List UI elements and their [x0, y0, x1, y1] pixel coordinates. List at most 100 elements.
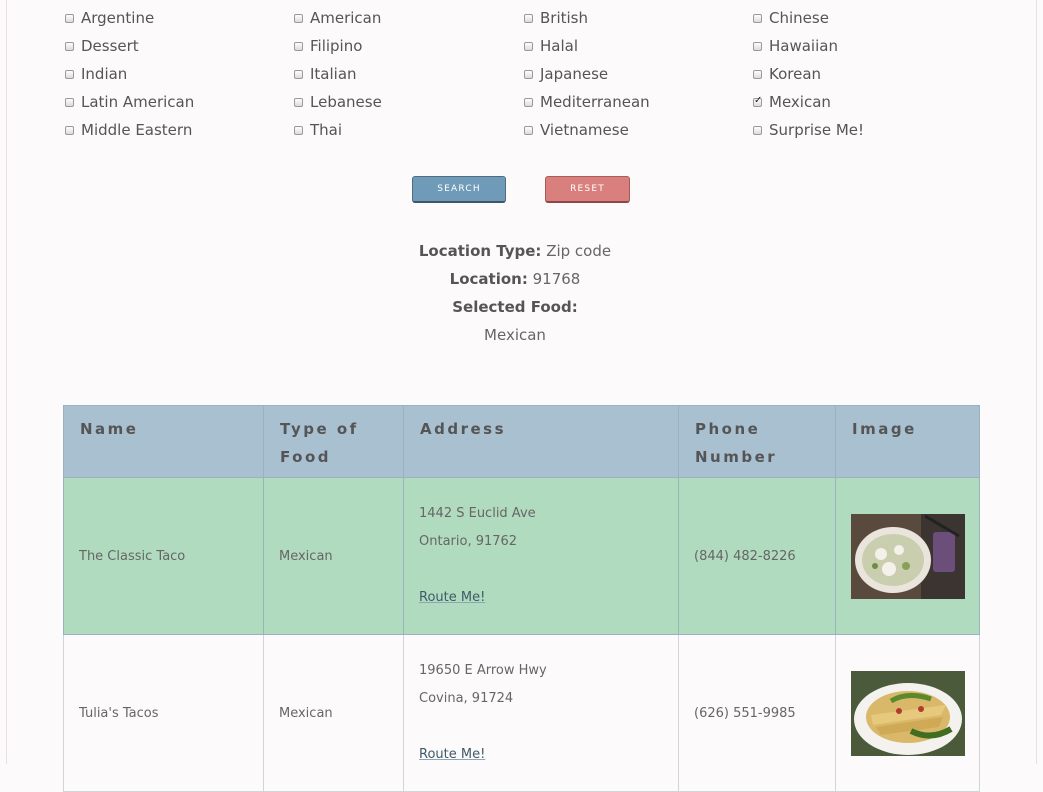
- cuisine-option-latin-american[interactable]: Latin American: [65, 88, 194, 116]
- route-me-link[interactable]: Route Me!: [419, 747, 485, 762]
- cuisine-option-chinese[interactable]: Chinese: [753, 4, 829, 32]
- restaurant-name: Tulia's Tacos: [63, 634, 264, 792]
- checkbox-label: Mediterranean: [540, 93, 650, 111]
- cuisine-option-halal[interactable]: Halal: [524, 32, 578, 60]
- checkbox-label: Mexican: [769, 93, 831, 111]
- cuisine-option-middle-eastern[interactable]: Middle Eastern: [65, 116, 192, 144]
- cuisine-row: Middle Eastern Thai Vietnamese Surprise Me!: [65, 116, 965, 144]
- checkbox-label: American: [310, 9, 382, 27]
- location-value: 91768: [532, 270, 581, 288]
- cuisine-option-argentine[interactable]: Argentine: [65, 4, 154, 32]
- checkbox[interactable]: [294, 97, 303, 107]
- selected-food-line: Selected Food:: [0, 298, 1030, 316]
- cuisine-row: Indian Italian Japanese Korean: [65, 60, 965, 88]
- phone-number: (626) 551-9985: [678, 634, 836, 792]
- checkbox[interactable]: [65, 97, 74, 107]
- cuisine-option-dessert[interactable]: Dessert: [65, 32, 139, 60]
- checkbox-label: Middle Eastern: [81, 121, 193, 139]
- cuisine-option-indian[interactable]: Indian: [65, 60, 127, 88]
- checkbox[interactable]: [294, 41, 303, 51]
- food-photo-icon[interactable]: [851, 670, 965, 756]
- cuisine-row: Latin American Lebanese Mediterranean Mexic…: [65, 88, 965, 116]
- checkbox[interactable]: [294, 69, 303, 79]
- food-type: Mexican: [263, 634, 404, 792]
- cuisine-option-american[interactable]: American: [294, 4, 381, 32]
- cuisine-option-filipino[interactable]: Filipino: [294, 32, 362, 60]
- checkbox-label: Hawaiian: [769, 37, 838, 55]
- checkbox[interactable]: [65, 13, 74, 23]
- food-photo-icon[interactable]: [851, 513, 965, 599]
- checkbox-label: Lebanese: [310, 93, 382, 111]
- checkbox[interactable]: [753, 41, 762, 51]
- checkbox-label: Dessert: [81, 37, 139, 55]
- checkbox-label: Italian: [310, 65, 357, 83]
- checkbox-label: Indian: [81, 65, 128, 83]
- checkbox[interactable]: [65, 41, 74, 51]
- page-border-left: [6, 0, 7, 764]
- address-city-zip: Ontario, 91762: [419, 534, 518, 549]
- location-type-value: Zip code: [546, 242, 612, 260]
- checkbox[interactable]: [294, 125, 303, 135]
- cuisine-option-mexican[interactable]: Mexican: [753, 88, 831, 116]
- checkbox-label: Chinese: [769, 9, 829, 27]
- location-line: Location: 91768: [0, 270, 1030, 288]
- cuisine-option-mediterranean[interactable]: Mediterranean: [524, 88, 650, 116]
- header-name: Name: [63, 405, 264, 478]
- phone-number: (844) 482-8226: [678, 477, 836, 635]
- cuisine-option-italian[interactable]: Italian: [294, 60, 357, 88]
- cuisine-option-vietnamese[interactable]: Vietnamese: [524, 116, 629, 144]
- checkbox[interactable]: [524, 41, 533, 51]
- cuisine-option-hawaiian[interactable]: Hawaiian: [753, 32, 838, 60]
- results-table: Name Type of Food Address Phone Number Ima…: [63, 405, 980, 792]
- checkbox-label: Latin American: [81, 93, 195, 111]
- food-type: Mexican: [263, 477, 404, 635]
- checkbox[interactable]: [753, 69, 762, 79]
- cuisine-option-japanese[interactable]: Japanese: [524, 60, 608, 88]
- address-city-zip: Covina, 91724: [419, 691, 514, 706]
- checkbox[interactable]: [524, 13, 533, 23]
- page-border-right: [1036, 0, 1037, 764]
- checkbox[interactable]: [65, 69, 74, 79]
- cuisine-row: Dessert Filipino Halal Hawaiian: [65, 32, 965, 60]
- checkbox-label: Japanese: [540, 65, 609, 83]
- cuisine-option-british[interactable]: British: [524, 4, 588, 32]
- location-type-label: Location Type:: [418, 242, 542, 260]
- address-street: 1442 S Euclid Ave: [419, 506, 536, 521]
- cuisine-option-korean[interactable]: Korean: [753, 60, 821, 88]
- checkbox-label: Vietnamese: [540, 121, 629, 139]
- address-street: 19650 E Arrow Hwy: [419, 663, 547, 678]
- checkbox-label: Argentine: [81, 9, 155, 27]
- checkbox[interactable]: [753, 95, 762, 107]
- checkbox-label: Surprise Me!: [769, 121, 865, 139]
- route-me-link[interactable]: Route Me!: [419, 590, 485, 605]
- cuisine-option-thai[interactable]: Thai: [294, 116, 342, 144]
- restaurant-image-cell: [835, 477, 980, 635]
- cuisine-option-surprise-me[interactable]: Surprise Me!: [753, 116, 864, 144]
- reset-button[interactable]: RESET: [545, 176, 630, 203]
- search-button[interactable]: SEARCH: [412, 176, 506, 203]
- checkbox[interactable]: [524, 97, 533, 107]
- restaurant-image-cell: [835, 634, 980, 792]
- checkbox[interactable]: [753, 13, 762, 23]
- selected-food-label: Selected Food:: [452, 298, 578, 316]
- table-header-row: Name Type of Food Address Phone Number Ima…: [63, 405, 980, 478]
- table-row[interactable]: The Classic Taco Mexican 1442 S Euclid A…: [63, 477, 980, 635]
- header-phone-number: Phone Number: [678, 405, 836, 478]
- checkbox-label: Korean: [769, 65, 822, 83]
- restaurant-address: 19650 E Arrow Hwy Covina, 91724 Route Me…: [403, 634, 679, 792]
- table-row[interactable]: Tulia's Tacos Mexican 19650 E Arrow Hwy …: [63, 634, 980, 792]
- location-type-line: Location Type: Zip code: [0, 242, 1030, 260]
- header-type-of-food: Type of Food: [263, 405, 404, 478]
- header-address: Address: [403, 405, 679, 478]
- checkbox[interactable]: [524, 69, 533, 79]
- cuisine-checkbox-grid: Argentine American British Chinese Dessert Fi…: [65, 4, 965, 144]
- restaurant-address: 1442 S Euclid Ave Ontario, 91762 Route M…: [403, 477, 679, 635]
- checkbox-label: Thai: [310, 121, 343, 139]
- checkbox[interactable]: [753, 125, 762, 135]
- cuisine-option-lebanese[interactable]: Lebanese: [294, 88, 382, 116]
- header-image: Image: [835, 405, 980, 478]
- checkbox[interactable]: [294, 13, 303, 23]
- checkbox[interactable]: [65, 125, 74, 135]
- checkbox[interactable]: [524, 125, 533, 135]
- selected-food-value: Mexican: [484, 326, 546, 344]
